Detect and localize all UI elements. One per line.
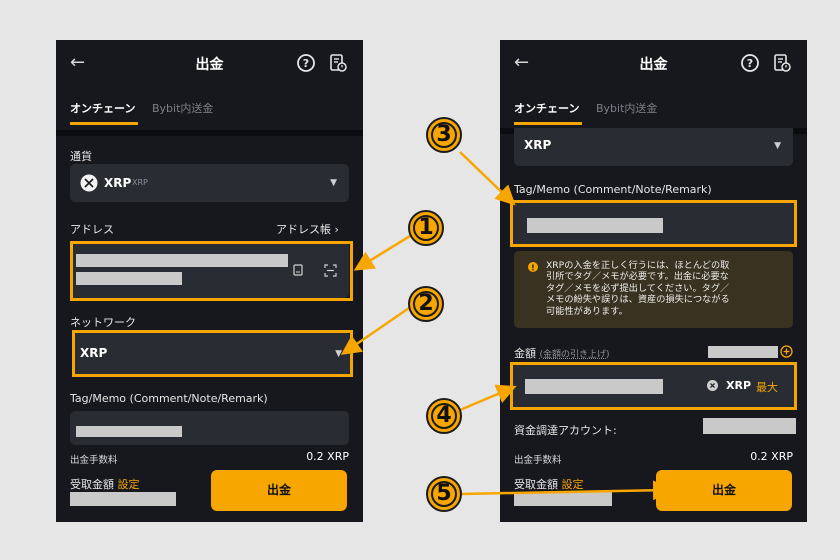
arrow-5 xyxy=(459,480,673,501)
annotation-arrows xyxy=(340,151,673,501)
step-marker-5: 5 xyxy=(426,476,462,512)
arrow-3 xyxy=(459,151,516,206)
step-marker-2: 2 xyxy=(408,286,444,322)
arrow-1 xyxy=(353,234,411,271)
step-marker-4: 4 xyxy=(426,398,462,434)
arrow-4 xyxy=(459,384,517,412)
arrow-2 xyxy=(340,304,413,355)
step-marker-1: 1 xyxy=(408,210,444,246)
step-marker-3: 3 xyxy=(426,117,462,153)
